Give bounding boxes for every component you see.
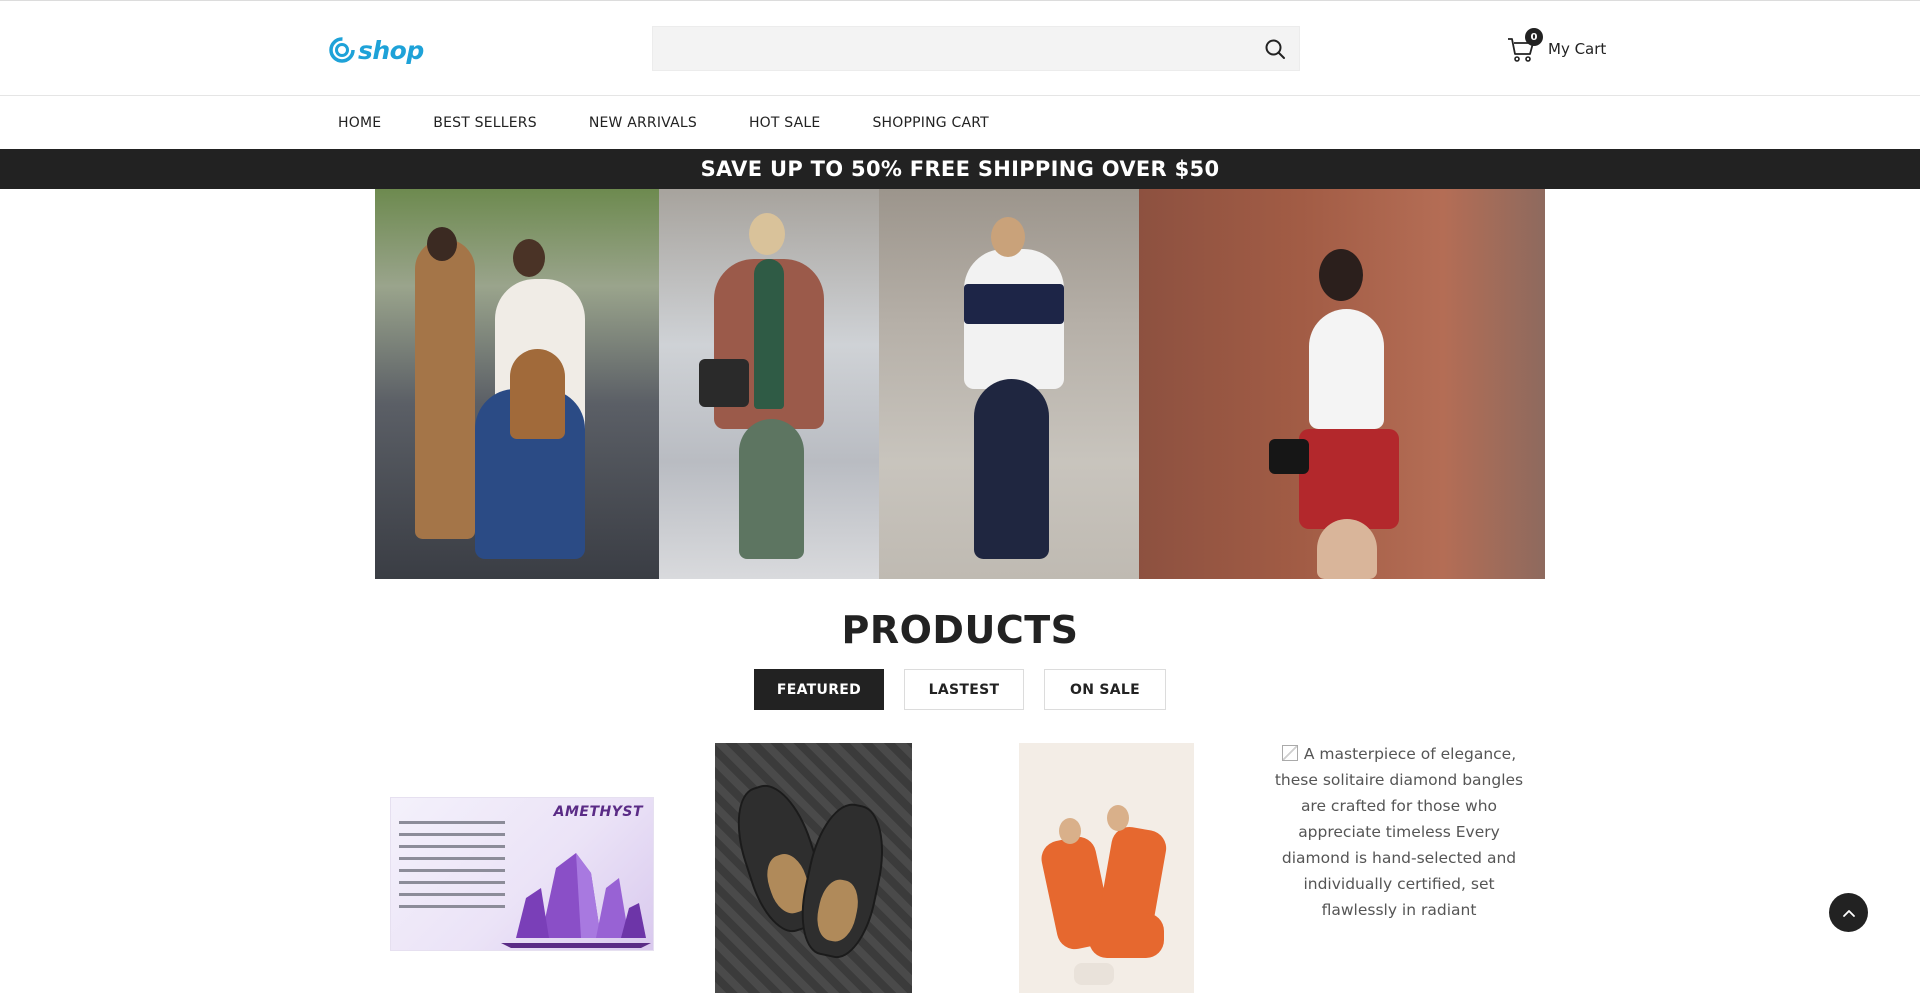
chevron-up-icon (1842, 909, 1855, 917)
diamond-bangles-alt: A masterpiece of elegance, these solitai… (1274, 745, 1524, 919)
main-nav: HOME BEST SELLERS NEW ARRIVALS HOT SALE … (0, 97, 1920, 149)
product-tabs: FEATURED LASTEST ON SALE (754, 669, 1186, 710)
nav-item-hot-sale[interactable]: HOT SALE (749, 115, 821, 131)
hero-photo-3 (879, 189, 1139, 579)
site-header: shop 0 My Cart (0, 1, 1920, 96)
cart-button[interactable]: 0 My Cart (1506, 28, 1607, 65)
amethyst-label: AMETHYST (553, 804, 643, 820)
hero-photo-1 (375, 189, 659, 579)
product-image-orange-outfit[interactable] (1019, 743, 1194, 993)
products-heading: PRODUCTS (841, 608, 1079, 652)
search-icon (1265, 39, 1285, 59)
nav-item-home[interactable]: HOME (338, 115, 381, 131)
product-image-alt-text[interactable]: A masterpiece of elegance, these solitai… (1268, 741, 1530, 923)
cart-icon-wrap: 0 (1506, 28, 1543, 64)
nav-item-best-sellers[interactable]: BEST SELLERS (433, 115, 537, 131)
amethyst-text-lines (399, 812, 517, 917)
product-image-shoes[interactable] (715, 743, 912, 993)
search-button[interactable] (1263, 37, 1287, 61)
hero-banner[interactable] (375, 189, 1545, 579)
hero-photo-2 (659, 189, 879, 579)
tab-on-sale[interactable]: ON SALE (1044, 669, 1166, 710)
cart-count-badge: 0 (1525, 28, 1543, 46)
site-logo[interactable]: shop (328, 33, 424, 67)
product-image-amethyst[interactable]: AMETHYST (390, 797, 654, 951)
tab-featured[interactable]: FEATURED (754, 669, 884, 710)
crystal-image (501, 853, 651, 948)
hero-photo-4 (1139, 189, 1545, 579)
swirl-logo-icon (329, 37, 355, 63)
tab-lastest[interactable]: LASTEST (904, 669, 1024, 710)
search-bar (652, 26, 1300, 71)
search-input[interactable] (653, 27, 1253, 70)
logo-text: shop (358, 35, 424, 65)
nav-item-new-arrivals[interactable]: NEW ARRIVALS (589, 115, 697, 131)
nav-item-shopping-cart[interactable]: SHOPPING CART (872, 115, 988, 131)
promo-banner: SAVE UP TO 50% FREE SHIPPING OVER $50 (0, 149, 1920, 189)
back-to-top-button[interactable] (1829, 893, 1868, 932)
cart-label: My Cart (1548, 40, 1607, 58)
broken-image-icon (1281, 745, 1298, 761)
